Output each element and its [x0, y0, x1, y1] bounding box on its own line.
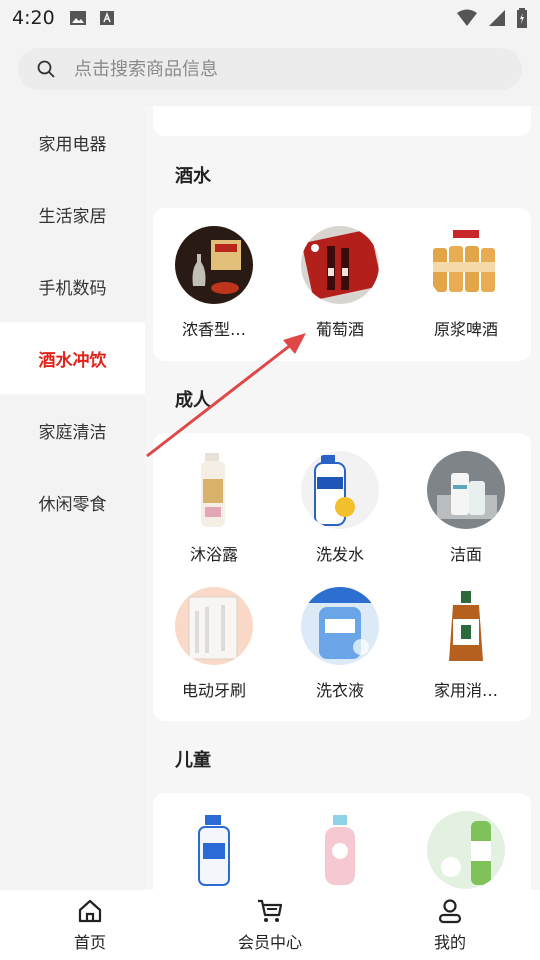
home-icon	[78, 899, 102, 923]
cart-icon	[258, 899, 283, 922]
shampoo-image	[301, 451, 379, 529]
category-item[interactable]: 洗发水	[285, 451, 395, 565]
category-sidebar: 家用电器 生活家居 手机数码 酒水冲饮 家庭清洁 休闲零食	[0, 106, 145, 890]
drinks-card: 浓香型… 葡萄酒 原浆啤酒	[153, 208, 531, 361]
kids-product-image	[427, 811, 505, 889]
category-item[interactable]: 电动牙刷	[159, 587, 269, 701]
text-box-icon	[99, 11, 114, 25]
category-content: 酒水 浓香型… 葡萄酒 原浆啤酒 成人 沐浴露 洗发水 洁面 电动牙刷 洗衣液 …	[145, 106, 540, 890]
beer-image	[427, 226, 505, 304]
category-item[interactable]: 家用消…	[411, 587, 521, 701]
bottom-navigation: 首页 会员中心 我的	[0, 890, 540, 960]
search-icon	[37, 60, 55, 78]
image-icon	[69, 11, 86, 25]
previous-card	[153, 106, 531, 136]
category-item[interactable]: 葡萄酒	[285, 226, 395, 340]
sidebar-item-drinks[interactable]: 酒水冲饮	[0, 322, 145, 394]
baijiu-image	[175, 226, 253, 304]
sidebar-item-home-living[interactable]: 生活家居	[0, 178, 145, 250]
user-icon	[438, 899, 462, 924]
laundry-detergent-image	[301, 587, 379, 665]
category-item[interactable]: 原浆啤酒	[411, 226, 521, 340]
category-item[interactable]	[159, 811, 269, 889]
kids-product-image	[301, 811, 379, 889]
section-title-adult: 成人	[175, 390, 211, 411]
cleanser-image	[427, 451, 505, 529]
category-item[interactable]: 洗衣液	[285, 587, 395, 701]
adult-card: 沐浴露 洗发水 洁面 电动牙刷 洗衣液 家用消…	[153, 433, 531, 721]
disinfectant-image	[427, 587, 505, 665]
status-bar: 4:20	[0, 0, 540, 36]
sidebar-item-snacks[interactable]: 休闲零食	[0, 466, 145, 538]
kids-card	[153, 793, 531, 890]
toothbrush-image	[175, 587, 253, 665]
search-input[interactable]	[74, 58, 474, 80]
wifi-icon	[457, 9, 477, 26]
shower-gel-image	[175, 451, 253, 529]
category-item[interactable]: 浓香型…	[159, 226, 269, 340]
section-title-drinks: 酒水	[175, 166, 211, 187]
signal-icon	[489, 10, 505, 26]
nav-member-center[interactable]: 会员中心	[180, 890, 360, 960]
search-bar[interactable]	[18, 48, 522, 90]
category-item[interactable]	[285, 811, 395, 889]
nav-profile[interactable]: 我的	[360, 890, 540, 960]
category-item[interactable]: 沐浴露	[159, 451, 269, 565]
sidebar-item-appliances[interactable]: 家用电器	[0, 106, 145, 178]
sidebar-item-digital[interactable]: 手机数码	[0, 250, 145, 322]
wine-image	[301, 226, 379, 304]
category-item[interactable]	[411, 811, 521, 889]
section-title-kids: 儿童	[175, 750, 211, 771]
nav-home[interactable]: 首页	[0, 890, 180, 960]
kids-product-image	[175, 811, 253, 889]
battery-icon	[517, 8, 527, 28]
category-item[interactable]: 洁面	[411, 451, 521, 565]
sidebar-item-cleaning[interactable]: 家庭清洁	[0, 394, 145, 466]
status-time: 4:20	[12, 7, 55, 29]
